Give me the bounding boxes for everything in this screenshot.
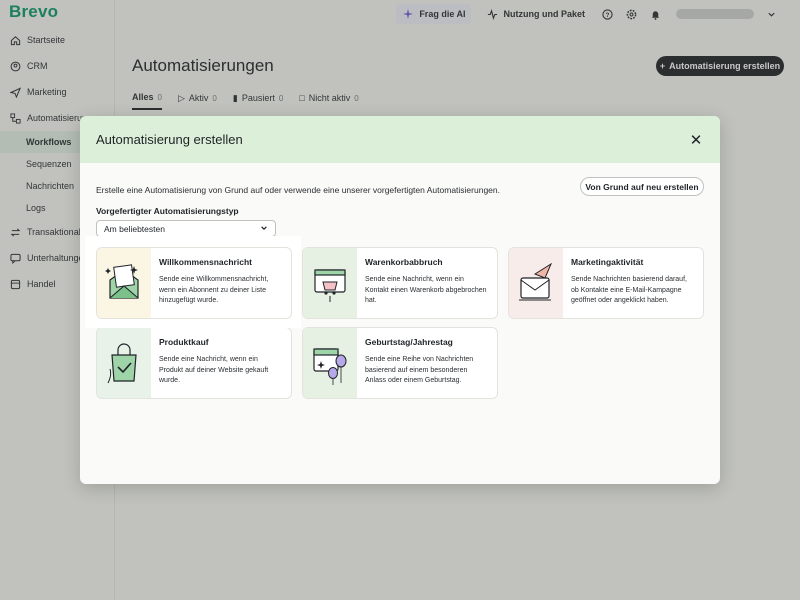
card-title: Willkommensnachricht <box>159 257 252 267</box>
template-card-geburtstag[interactable]: Geburtstag/Jahrestag Sende eine Reihe vo… <box>302 327 498 399</box>
envelope-illustration <box>97 248 151 318</box>
card-description: Sende eine Reihe von Nachrichten basiere… <box>365 356 474 384</box>
template-card-warenkorbabbruch[interactable]: Warenkorbabbruch Sende eine Nachricht, w… <box>302 247 498 319</box>
template-card-produktkauf[interactable]: Produktkauf Sende eine Nachricht, wenn e… <box>96 327 292 399</box>
card-description: Sende Nachrichten basierend darauf, ob K… <box>571 276 687 304</box>
card-description: Sende eine Willkommensnachricht, wenn ei… <box>159 276 269 304</box>
create-from-scratch-button[interactable]: Von Grund auf neu erstellen <box>580 177 704 196</box>
template-type-value: Am beliebtesten <box>104 223 165 234</box>
shopping-bag-illustration <box>97 328 151 398</box>
campaign-illustration <box>509 248 563 318</box>
template-type-select[interactable]: Am beliebtesten <box>96 220 276 237</box>
template-card-willkommensnachricht[interactable]: Willkommensnachricht Sende eine Willkomm… <box>96 247 292 319</box>
chevron-down-icon <box>260 224 268 234</box>
cart-illustration <box>303 248 357 318</box>
card-description: Sende eine Nachricht, wenn ein Produkt a… <box>159 356 269 384</box>
card-title: Produktkauf <box>159 337 209 347</box>
template-card-marketingaktivitaet[interactable]: Marketingaktivität Sende Nachrichten bas… <box>508 247 704 319</box>
dialog-header: Automatisierung erstellen ✕ <box>80 116 720 163</box>
close-icon[interactable]: ✕ <box>688 132 704 149</box>
dialog-title: Automatisierung erstellen <box>96 132 243 147</box>
template-type-label: Vorgefertigter Automatisierungstyp <box>96 206 239 216</box>
card-title: Geburtstag/Jahrestag <box>365 337 453 347</box>
calendar-balloon-illustration <box>303 328 357 398</box>
card-title: Warenkorbabbruch <box>365 257 443 267</box>
card-description: Sende eine Nachricht, wenn ein Kontakt e… <box>365 276 487 304</box>
card-title: Marketingaktivität <box>571 257 644 267</box>
dialog-description: Erstelle eine Automatisierung von Grund … <box>96 185 500 195</box>
